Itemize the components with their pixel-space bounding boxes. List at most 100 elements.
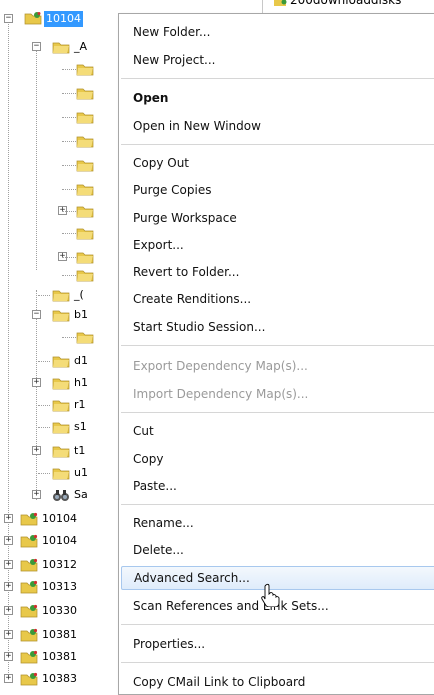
menu-item-rename[interactable]: Rename... [119, 511, 434, 535]
tree-row-subfolder[interactable]: + [0, 200, 118, 222]
expand-plus-icon[interactable]: + [32, 446, 41, 455]
menu-item-copy-cmail-link[interactable]: Copy CMail Link to Clipboard [119, 670, 434, 694]
tree-row-project[interactable]: +10312 [0, 554, 118, 576]
folder-icon [52, 444, 70, 458]
tree-guide-line [62, 233, 76, 234]
tree-row-folder[interactable]: u1 [0, 462, 118, 484]
menu-item-open-new-window[interactable]: Open in New Window [119, 114, 434, 138]
menu-item-import-dependency-map: Import Dependency Map(s)... [133, 387, 309, 401]
tree-row-project[interactable]: +10104 [0, 508, 118, 530]
tree-label: 10381 [42, 628, 77, 641]
tree-row-subfolder[interactable] [0, 264, 118, 286]
menu-separator [121, 624, 434, 625]
tree-label: r1 [74, 398, 86, 411]
tree-row-subfolder[interactable] [0, 222, 118, 244]
tree-row-project[interactable]: +10104 [0, 530, 118, 552]
tree-row-subfolder[interactable] [0, 178, 118, 200]
tree-row-project[interactable]: +10383 [0, 668, 118, 690]
folder-icon [76, 182, 94, 196]
tree-row-subfolder[interactable] [0, 106, 118, 128]
collapse-minus-icon[interactable]: − [4, 14, 13, 23]
project-icon [20, 672, 38, 686]
menu-separator [121, 662, 434, 663]
menu-item-delete[interactable]: Delete... [119, 538, 434, 562]
binoculars-icon [52, 488, 70, 502]
menu-item-properties[interactable]: Properties... [119, 632, 434, 656]
tree-row-subfolder[interactable] [0, 82, 118, 104]
menu-item-cut[interactable]: Cut [119, 419, 434, 443]
expand-plus-icon[interactable]: + [4, 514, 13, 523]
menu-item-create-renditions[interactable]: Create Renditions... [119, 287, 434, 311]
tree-row-folder[interactable]: − _A [0, 36, 118, 58]
collapse-minus-icon[interactable]: − [32, 310, 41, 319]
collapse-minus-icon[interactable]: − [32, 42, 41, 51]
menu-item-export[interactable]: Export... [119, 233, 434, 257]
tree-row-project[interactable]: +10381 [0, 646, 118, 668]
list-item-label[interactable]: 200downloaddisks [290, 0, 401, 7]
tree-row-folder[interactable]: _( [0, 284, 118, 306]
tree-guide-line [62, 257, 76, 258]
tree-row-folder[interactable]: d1 [0, 350, 118, 372]
folder-icon [76, 268, 94, 282]
tree-label: _A [74, 40, 88, 53]
tree-row-folder[interactable]: − b1 [0, 304, 118, 326]
menu-separator [121, 412, 434, 413]
tree-row-subfolder[interactable] [0, 326, 118, 348]
menu-separator [121, 345, 434, 346]
menu-item-purge-copies[interactable]: Purge Copies [119, 178, 434, 202]
tree-row-project[interactable]: +10313 [0, 576, 118, 598]
menu-item-new-folder[interactable]: New Folder... [119, 20, 434, 44]
tree-guide-line [38, 295, 50, 296]
tree-label: h1 [74, 376, 88, 389]
tree-guide-line [38, 361, 50, 362]
expand-plus-icon[interactable]: + [4, 582, 13, 591]
tree-row-selected-project[interactable]: − 10104 [0, 8, 118, 30]
folder-icon [76, 110, 94, 124]
menu-item-purge-workspace[interactable]: Purge Workspace [119, 206, 434, 230]
tree-row-folder[interactable]: + h1 [0, 372, 118, 394]
menu-item-start-studio-session[interactable]: Start Studio Session... [119, 315, 434, 339]
expand-plus-icon[interactable]: + [4, 674, 13, 683]
project-icon [20, 534, 38, 548]
tree-guide-line [38, 473, 50, 474]
tree-row-project[interactable]: +10381 [0, 624, 118, 646]
tree-guide-line [38, 427, 50, 428]
tree-label: 10383 [42, 672, 77, 685]
tree-row-folder[interactable]: s1 [0, 416, 118, 438]
project-icon [20, 558, 38, 572]
expand-plus-icon[interactable]: + [4, 536, 13, 545]
expand-plus-icon[interactable]: + [4, 606, 13, 615]
folder-icon [52, 376, 70, 390]
menu-item-revert-to-folder[interactable]: Revert to Folder... [119, 260, 434, 284]
tree-row-folder[interactable]: r1 [0, 394, 118, 416]
tree-guide-line [62, 189, 76, 190]
menu-item-copy-out[interactable]: Copy Out [119, 151, 434, 175]
menu-item-paste[interactable]: Paste... [119, 474, 434, 498]
folder-icon [76, 226, 94, 240]
tree-row-subfolder[interactable] [0, 154, 118, 176]
tree-row-subfolder[interactable] [0, 130, 118, 152]
folder-tree: − 10104 − _A + + _(− b1 d1 + h1 r1 s1 + t1 u1 + Sa +1010… [0, 0, 118, 686]
tree-guide-line [62, 275, 76, 276]
tree-row-project[interactable]: +10330 [0, 600, 118, 622]
tree-label: t1 [74, 444, 86, 457]
tree-label: s1 [74, 420, 87, 433]
folder-icon [76, 330, 94, 344]
folder-icon [52, 354, 70, 368]
menu-item-copy[interactable]: Copy [119, 447, 434, 471]
tree-guide-line [62, 165, 76, 166]
tree-row-saved-search[interactable]: + Sa [0, 484, 118, 506]
expand-plus-icon[interactable]: + [4, 652, 13, 661]
menu-item-open[interactable]: Open [119, 86, 434, 110]
expand-plus-icon[interactable]: + [4, 560, 13, 569]
menu-item-new-project[interactable]: New Project... [119, 48, 434, 72]
expand-plus-icon[interactable]: + [32, 490, 41, 499]
tree-label: 10104 [44, 11, 83, 27]
expand-plus-icon[interactable]: + [4, 630, 13, 639]
tree-row-subfolder[interactable] [0, 58, 118, 80]
project-icon [24, 12, 42, 25]
folder-icon [52, 40, 70, 54]
tree-row-folder[interactable]: + t1 [0, 440, 118, 462]
menu-separator [121, 78, 434, 79]
expand-plus-icon[interactable]: + [32, 378, 41, 387]
